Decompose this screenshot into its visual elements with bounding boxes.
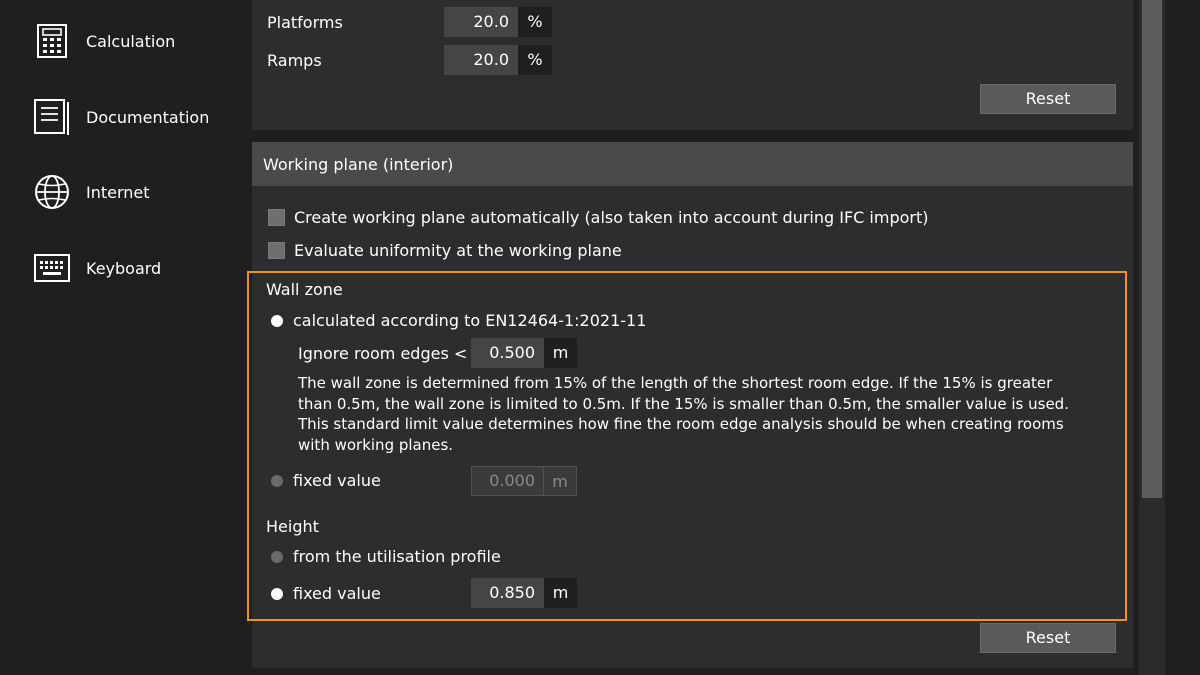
platforms-label: Platforms: [267, 13, 343, 32]
height-fixed-unit: m: [544, 578, 577, 608]
sidebar: Calculation Documentation Internet Keybo…: [0, 0, 238, 675]
section-header: Working plane (interior): [252, 142, 1133, 186]
wall-zone-calculated-label: calculated according to EN12464-1:2021-1…: [293, 311, 647, 330]
ramps-unit: %: [518, 45, 552, 75]
height-fixed-label: fixed value: [293, 584, 381, 603]
create-working-plane-checkbox[interactable]: [268, 209, 285, 226]
document-icon: [34, 99, 70, 135]
evaluate-uniformity-checkbox[interactable]: [268, 242, 285, 259]
sidebar-item-label: Internet: [86, 182, 150, 202]
platforms-unit: %: [518, 7, 552, 37]
section-title: Working plane (interior): [263, 155, 454, 174]
create-working-plane-label: Create working plane automatically (also…: [294, 208, 929, 227]
height-fixed-radio[interactable]: [271, 588, 283, 600]
reset-button[interactable]: Reset: [980, 84, 1116, 114]
height-profile-label: from the utilisation profile: [293, 547, 501, 566]
sidebar-item-label: Calculation: [86, 31, 176, 51]
wall-zone-calculated-radio[interactable]: [271, 315, 283, 327]
ignore-room-edges-input[interactable]: 0.500: [471, 338, 544, 368]
keyboard-icon: [34, 250, 70, 286]
wall-zone-fixed-label: fixed value: [293, 471, 381, 490]
ignore-room-edges-label: Ignore room edges <: [298, 344, 468, 363]
wall-zone-fixed-input[interactable]: 0.000: [471, 466, 544, 496]
calculator-icon: [34, 23, 70, 59]
sidebar-item-internet[interactable]: Internet: [34, 172, 234, 212]
ramps-label: Ramps: [267, 51, 322, 70]
platforms-input[interactable]: 20.0: [444, 7, 518, 37]
wall-zone-title: Wall zone: [266, 280, 343, 299]
reset-button[interactable]: Reset: [980, 623, 1116, 653]
sidebar-item-calculation[interactable]: Calculation: [34, 21, 234, 61]
height-fixed-input[interactable]: 0.850: [471, 578, 544, 608]
sidebar-item-documentation[interactable]: Documentation: [34, 97, 234, 137]
height-profile-radio[interactable]: [271, 551, 283, 563]
height-title: Height: [266, 517, 319, 536]
wall-zone-fixed-unit: m: [544, 466, 577, 496]
ignore-room-edges-unit: m: [544, 338, 577, 368]
sidebar-item-label: Keyboard: [86, 258, 162, 278]
sidebar-item-label: Documentation: [86, 107, 210, 127]
wall-zone-fixed-radio[interactable]: [271, 475, 283, 487]
scrollbar-thumb[interactable]: [1142, 0, 1162, 498]
ramps-input[interactable]: 20.0: [444, 45, 518, 75]
evaluate-uniformity-label: Evaluate uniformity at the working plane: [294, 241, 622, 260]
sidebar-item-keyboard[interactable]: Keyboard: [34, 248, 234, 288]
globe-icon: [34, 174, 70, 210]
wall-zone-description: The wall zone is determined from 15% of …: [298, 374, 1069, 454]
